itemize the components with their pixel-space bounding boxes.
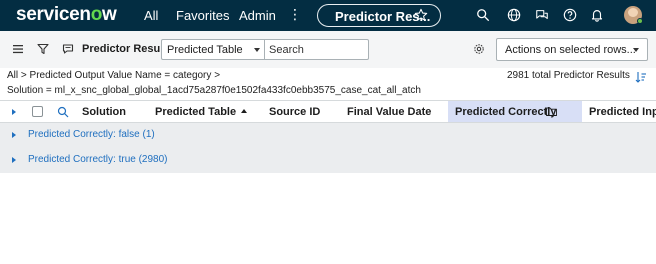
- group-row[interactable]: Predicted Correctly: false (1): [0, 123, 656, 148]
- nav-all-link[interactable]: All: [144, 8, 158, 23]
- hamburger-menu-icon[interactable]: [12, 43, 24, 55]
- column-header-predicted-input[interactable]: Predicted Input: [589, 106, 656, 118]
- column-header-predicted-table[interactable]: Predicted Table: [155, 106, 248, 118]
- group-by-folder-icon[interactable]: [546, 107, 557, 116]
- breadcrumb: All > Predicted Output Value Name = cate…: [7, 70, 220, 81]
- search-input[interactable]: [265, 39, 369, 60]
- globe-icon[interactable]: [507, 8, 521, 22]
- column-header-predicted-table-label: Predicted Table: [155, 106, 237, 118]
- total-count: 2981 total Predictor Results: [507, 70, 630, 81]
- group-row[interactable]: Predicted Correctly: true (2980): [0, 148, 656, 173]
- sort-ascending-icon: [241, 109, 248, 113]
- expand-group-icon[interactable]: [12, 132, 16, 138]
- presence-status-dot: [637, 18, 643, 24]
- nav-admin-link[interactable]: Admin: [239, 8, 276, 23]
- column-header-solution[interactable]: Solution: [82, 106, 126, 118]
- group-label[interactable]: Predicted Correctly: false (1): [28, 129, 155, 140]
- actions-select[interactable]: Actions on selected rows...: [496, 38, 648, 61]
- comment-icon[interactable]: [62, 43, 74, 55]
- column-header-final-value-date[interactable]: Final Value Date: [347, 106, 431, 118]
- column-header-predicted-correctly[interactable]: Predicted Correctly: [455, 106, 556, 118]
- chevron-down-icon: [254, 48, 260, 52]
- sort-order-icon[interactable]: [635, 71, 647, 83]
- gear-icon[interactable]: [473, 43, 485, 55]
- search-icon[interactable]: [476, 8, 490, 22]
- breadcrumb-condition-link[interactable]: Solution = ml_x_snc_global_global_1acd75…: [7, 85, 421, 96]
- servicenow-logo[interactable]: servicenow: [16, 4, 117, 26]
- group-label[interactable]: Predicted Correctly: true (2980): [28, 154, 168, 165]
- select-all-checkbox[interactable]: [32, 106, 43, 117]
- breadcrumb-separator: >: [20, 70, 27, 81]
- help-icon[interactable]: [563, 8, 577, 22]
- breadcrumb-separator: >: [214, 70, 221, 81]
- breadcrumb-all-link[interactable]: All: [7, 70, 18, 81]
- breadcrumb-condition-link[interactable]: Predicted Output Value Name = category: [30, 70, 212, 81]
- column-search-icon[interactable]: [57, 106, 69, 118]
- expand-group-icon[interactable]: [12, 157, 16, 163]
- current-page-pill[interactable]: Predictor Res...: [317, 4, 441, 27]
- chat-icon[interactable]: [535, 8, 549, 22]
- list-title: Predictor Results: [82, 43, 174, 55]
- actions-select-label: Actions on selected rows...: [505, 44, 636, 56]
- expand-all-icon[interactable]: [12, 109, 16, 115]
- favorite-star-icon[interactable]: [414, 8, 428, 22]
- top-navigation-bar: servicenow All Favorites Admin ⋮ Predict…: [0, 0, 656, 31]
- grouped-list-body: Predicted Correctly: false (1) Predicted…: [0, 123, 656, 173]
- chevron-down-icon: [633, 48, 639, 52]
- list-toolbar: Predictor Results Predicted Table Action…: [0, 31, 656, 68]
- search-field-select-value: Predicted Table: [167, 44, 243, 56]
- filter-icon[interactable]: [37, 43, 49, 55]
- bell-icon[interactable]: [590, 8, 604, 22]
- search-field-select[interactable]: Predicted Table: [161, 39, 265, 60]
- nav-favorites-link[interactable]: Favorites: [176, 8, 229, 23]
- column-header-source-id[interactable]: Source ID: [269, 106, 320, 118]
- list-header-row: Solution Predicted Table Source ID Final…: [0, 100, 656, 123]
- vertical-dots-icon[interactable]: ⋮: [288, 6, 302, 23]
